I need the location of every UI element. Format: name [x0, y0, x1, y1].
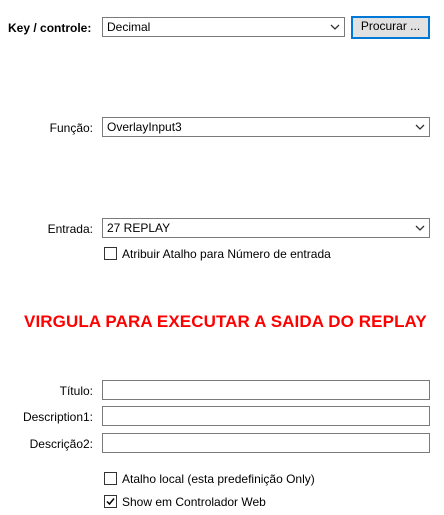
atalho-local-checkbox[interactable]: [104, 472, 117, 485]
description1-input[interactable]: [102, 406, 430, 426]
chevron-down-icon: [415, 225, 425, 231]
key-controle-selected-value: Decimal: [107, 20, 151, 34]
entrada-select[interactable]: 27 REPLAY: [102, 218, 430, 238]
atribuir-atalho-label: Atribuir Atalho para Número de entrada: [122, 247, 331, 261]
descricao2-label: Descrição2:: [29, 437, 93, 451]
controlador-web-label: Show em Controlador Web: [122, 495, 266, 509]
funcao-select[interactable]: OverlayInput3: [102, 117, 430, 137]
checkmark-icon: [106, 498, 115, 506]
key-controle-select[interactable]: Decimal: [102, 17, 345, 37]
controlador-web-checkbox[interactable]: [104, 495, 117, 508]
atalho-local-label: Atalho local (esta predefinição Only): [122, 472, 315, 486]
funcao-selected-value: OverlayInput3: [107, 120, 182, 134]
chevron-down-icon: [415, 124, 425, 130]
titulo-input[interactable]: [102, 380, 430, 400]
key-controle-label: Key / controle:: [8, 21, 92, 35]
entrada-selected-value: 27 REPLAY: [107, 221, 171, 235]
titulo-label: Título:: [59, 384, 93, 398]
descricao2-input[interactable]: [102, 433, 430, 453]
procurar-button[interactable]: Procurar ...: [351, 16, 430, 39]
funcao-label: Função:: [49, 121, 93, 135]
replay-notice: VIRGULA PARA EXECUTAR A SAIDA DO REPLAY: [24, 312, 427, 331]
description1-label: Description1:: [22, 410, 93, 424]
chevron-down-icon: [330, 24, 340, 30]
entrada-label: Entrada:: [47, 222, 93, 236]
atribuir-atalho-checkbox[interactable]: [104, 247, 117, 260]
